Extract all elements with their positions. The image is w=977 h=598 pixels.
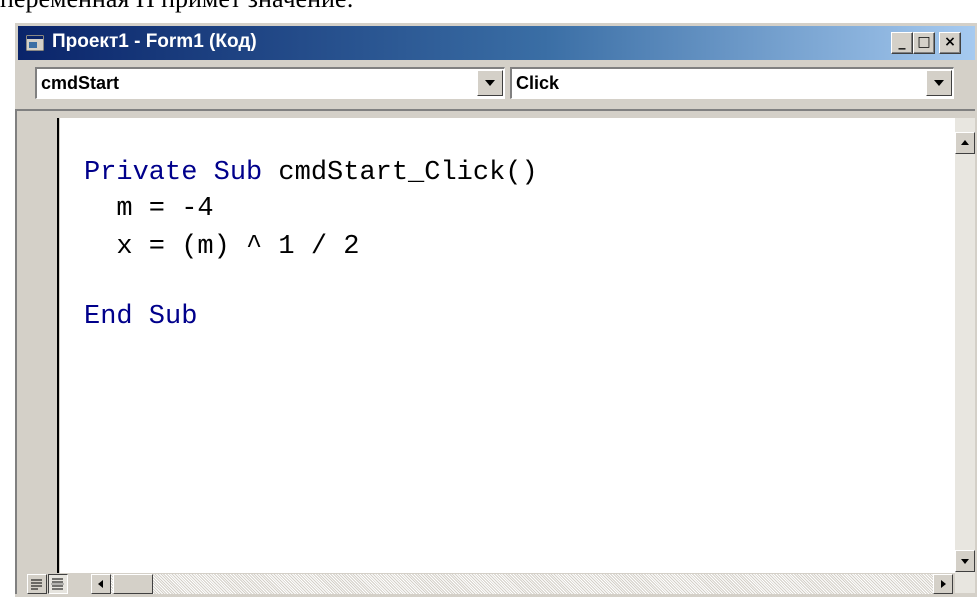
question-caption: переменная H примет значение:: [0, 0, 354, 14]
scroll-down-button[interactable]: [955, 550, 975, 572]
procedure-combo-value: Click: [516, 73, 560, 93]
window-title: Проект1 - Form1 (Код): [52, 31, 257, 52]
arrow-down-icon: [961, 559, 969, 564]
title-bar[interactable]: Проект1 - Form1 (Код) _ □ ×: [18, 26, 975, 60]
arrow-left-icon: [98, 580, 103, 588]
scroll-up-button[interactable]: [955, 132, 975, 154]
horizontal-scroll-track[interactable]: [91, 574, 951, 594]
code-line-1: Private Sub cmdStart_Click(): [84, 158, 538, 188]
code-line-3: x = (m) ^ 1 / 2: [84, 232, 360, 262]
object-combo-dropdown-button[interactable]: [477, 70, 503, 96]
chevron-down-icon: [934, 80, 944, 86]
margin-indicator-bar[interactable]: [25, 118, 59, 573]
maximize-button[interactable]: □: [913, 32, 935, 54]
code-line-2: m = -4: [84, 194, 214, 224]
vertical-scrollbar[interactable]: [955, 118, 975, 593]
procedure-combo-dropdown-button[interactable]: [926, 70, 952, 96]
code-window: Проект1 - Form1 (Код) _ □ × cmdStart Cli…: [14, 22, 977, 597]
scroll-left-button[interactable]: [91, 574, 111, 594]
procedure-view-button[interactable]: [27, 574, 47, 594]
horizontal-scroll-thumb[interactable]: [113, 574, 153, 594]
procedure-view-icon: [31, 579, 42, 590]
editor-bottom-bar: [25, 573, 955, 595]
code-editor[interactable]: Private Sub cmdStart_Click() m = -4 x = …: [60, 118, 955, 573]
procedure-combo[interactable]: Click: [510, 67, 954, 99]
chevron-down-icon: [485, 80, 495, 86]
full-module-view-icon: [51, 578, 64, 590]
object-combo[interactable]: cmdStart: [35, 67, 505, 99]
minimize-button[interactable]: _: [891, 32, 913, 54]
scroll-right-button[interactable]: [933, 574, 953, 594]
code-line-end-sub: End Sub: [84, 302, 198, 332]
object-combo-value: cmdStart: [41, 73, 120, 93]
close-button[interactable]: ×: [939, 32, 961, 54]
arrow-up-icon: [961, 140, 969, 145]
keyword-private-sub: Private Sub: [84, 158, 263, 188]
form-window-icon: [26, 35, 44, 51]
procedure-signature: cmdStart_Click(): [262, 158, 538, 188]
full-module-view-button[interactable]: [48, 574, 68, 594]
arrow-right-icon: [941, 580, 946, 588]
